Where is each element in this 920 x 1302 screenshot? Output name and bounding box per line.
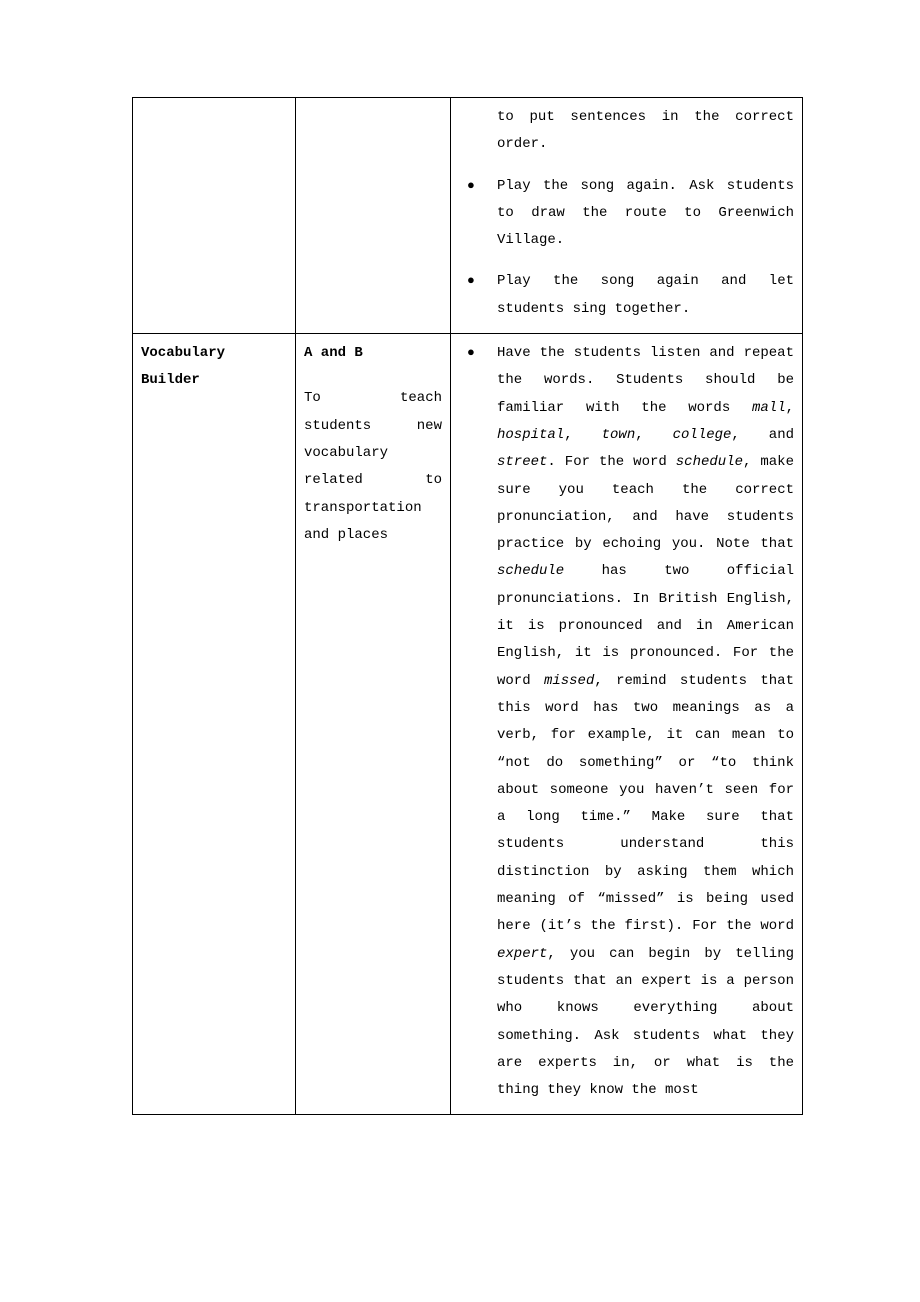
objective-desc: To teach students new vocabulary related… (304, 385, 442, 549)
list-item: Have the students listen and repeat the … (459, 340, 794, 1104)
list-item-text: to put sentences in the correct order. (497, 109, 794, 152)
list-item-text: Have the students listen and repeat the … (497, 345, 794, 1098)
objective-heading: A and B (304, 340, 442, 367)
list-item: Play the song again. Ask students to dra… (459, 173, 794, 255)
cell-section (133, 98, 296, 334)
list-item: Play the song again and let students sin… (459, 268, 794, 323)
cell-objective (296, 98, 451, 334)
list-item: to put sentences in the correct order. (459, 104, 794, 159)
cell-section: Vocabulary Builder (133, 334, 296, 1115)
document-page: to put sentences in the correct order. P… (0, 0, 920, 1302)
table-row: Vocabulary Builder A and B To teach stud… (133, 334, 803, 1115)
list-item-text: Play the song again and let students sin… (497, 273, 794, 316)
cell-objective: A and B To teach students new vocabulary… (296, 334, 451, 1115)
table-row: to put sentences in the correct order. P… (133, 98, 803, 334)
cell-procedure: to put sentences in the correct order. P… (451, 98, 803, 334)
cell-procedure: Have the students listen and repeat the … (451, 334, 803, 1115)
lesson-table: to put sentences in the correct order. P… (132, 97, 803, 1115)
procedure-list: to put sentences in the correct order. P… (459, 104, 794, 323)
procedure-list: Have the students listen and repeat the … (459, 340, 794, 1104)
list-item-text: Play the song again. Ask students to dra… (497, 178, 794, 249)
